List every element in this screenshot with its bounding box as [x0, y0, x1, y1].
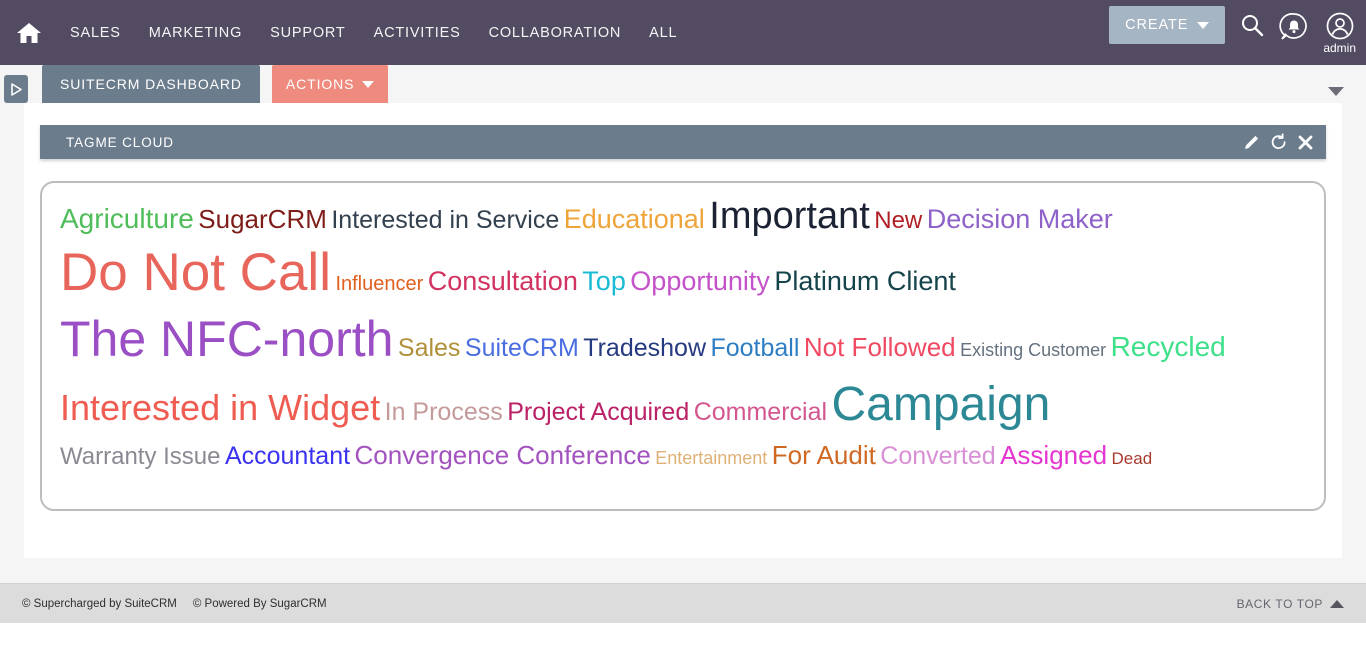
play-triangle-icon [11, 82, 22, 96]
search-button[interactable] [1239, 4, 1265, 38]
tag-cloud-row: Warranty Issue Accountant Convergence Co… [60, 440, 1306, 470]
user-name-label: admin [1323, 41, 1356, 55]
nav-item-marketing[interactable]: MARKETING [135, 17, 256, 49]
tag-football[interactable]: Football [710, 334, 799, 362]
nav-item-collaboration[interactable]: COLLABORATION [475, 17, 636, 49]
tag-existing-customer[interactable]: Existing Customer [960, 340, 1106, 360]
tag-warranty-issue[interactable]: Warranty Issue [60, 443, 221, 470]
tag-educational[interactable]: Educational [564, 204, 705, 234]
dashlet-tool-buttons [1243, 125, 1313, 159]
tag-sugarcrm[interactable]: SugarCRM [198, 204, 327, 234]
tag-new[interactable]: New [874, 207, 922, 234]
tag-decision-maker[interactable]: Decision Maker [927, 204, 1113, 234]
tag-cloud-row: Agriculture SugarCRM Interested in Servi… [60, 197, 1306, 236]
sidebar-toggle-button[interactable] [4, 75, 28, 103]
tag-sales[interactable]: Sales [398, 334, 461, 362]
tab-actions[interactable]: ACTIONS [271, 65, 389, 103]
pencil-edit-icon[interactable] [1243, 134, 1260, 151]
nav-item-support[interactable]: SUPPORT [256, 17, 359, 49]
footer-link-sugarcrm[interactable]: © Powered By SugarCRM [193, 598, 327, 610]
tag-opportunity[interactable]: Opportunity [630, 266, 770, 296]
tag-assigned[interactable]: Assigned [1000, 440, 1107, 470]
close-x-icon[interactable] [1298, 135, 1313, 150]
tag-interested-in-widget[interactable]: Interested in Widget [60, 387, 380, 428]
user-menu-button[interactable]: admin [1323, 4, 1356, 55]
create-button[interactable]: CREATE [1109, 6, 1226, 44]
tag-agriculture[interactable]: Agriculture [60, 203, 194, 234]
caret-up-icon [1330, 599, 1344, 608]
top-navigation-bar: SALES MARKETING SUPPORT ACTIVITIES COLLA… [0, 0, 1366, 65]
tag-suitecrm[interactable]: SuiteCRM [465, 334, 579, 362]
tag-tradeshow[interactable]: Tradeshow [583, 334, 706, 362]
tag-for-audit[interactable]: For Audit [772, 440, 876, 470]
main-nav-list: SALES MARKETING SUPPORT ACTIVITIES COLLA… [56, 17, 691, 49]
dashboard-panel: TAGME CLOUD Agriculture SugarCRM Interes… [24, 103, 1342, 558]
home-icon[interactable] [14, 19, 44, 47]
tag-influencer[interactable]: Influencer [335, 273, 423, 295]
tab-suitecrm-dashboard[interactable]: SUITECRM DASHBOARD [42, 65, 260, 103]
tag-entertainment[interactable]: Entertainment [655, 448, 767, 468]
tag-cloud-row: Interested in Widget In Process Project … [60, 378, 1306, 431]
module-action-bar: SUITECRM DASHBOARD ACTIONS [0, 65, 1366, 103]
notifications-button[interactable] [1279, 4, 1309, 42]
tag-in-process[interactable]: In Process [385, 398, 503, 426]
back-to-top-button[interactable]: BACK TO TOP [1237, 597, 1344, 611]
tag-cloud-container: Agriculture SugarCRM Interested in Servi… [40, 181, 1326, 511]
tag-dead[interactable]: Dead [1112, 449, 1153, 468]
main-content: TAGME CLOUD Agriculture SugarCRM Interes… [0, 103, 1366, 583]
page-footer: © Supercharged by SuiteCRM © Powered By … [0, 583, 1366, 623]
tag-campaign[interactable]: Campaign [832, 378, 1051, 431]
tag-interested-in-service[interactable]: Interested in Service [331, 206, 559, 234]
tagme-cloud-dashlet: TAGME CLOUD Agriculture SugarCRM Interes… [40, 125, 1326, 511]
back-to-top-label: BACK TO TOP [1236, 596, 1323, 611]
chevron-down-icon [362, 80, 375, 88]
dashlet-title: TAGME CLOUD [66, 134, 174, 150]
refresh-undo-icon[interactable] [1270, 133, 1288, 151]
create-button-label: CREATE [1125, 17, 1189, 33]
tag-cloud-row: Do Not Call Influencer Consultation Top … [60, 243, 1306, 302]
tag-do-not-call[interactable]: Do Not Call [60, 243, 331, 302]
search-icon [1242, 15, 1264, 37]
tab-actions-label: ACTIONS [285, 76, 355, 92]
user-avatar-icon [1326, 12, 1354, 40]
tag-accountant[interactable]: Accountant [225, 442, 350, 470]
tag-platinum-client[interactable]: Platinum Client [774, 266, 956, 296]
tag-consultation[interactable]: Consultation [428, 266, 578, 296]
tag-top[interactable]: Top [582, 266, 626, 296]
notification-bell-icon [1279, 13, 1308, 40]
page-collapse-chevron-icon[interactable] [1328, 87, 1344, 96]
tag-cloud-row: The NFC-north Sales SuiteCRM Tradeshow F… [60, 311, 1306, 367]
tag-recycled[interactable]: Recycled [1111, 331, 1226, 362]
footer-link-suitecrm[interactable]: © Supercharged by SuiteCRM [22, 598, 177, 610]
footer-spacer [0, 623, 1366, 654]
chevron-down-icon [1197, 21, 1210, 29]
tag-project-acquired[interactable]: Project Acquired [507, 398, 689, 426]
tag-important[interactable]: Important [709, 195, 870, 237]
nav-item-sales[interactable]: SALES [56, 17, 135, 49]
nav-item-all[interactable]: ALL [635, 17, 691, 49]
tag-commercial[interactable]: Commercial [694, 398, 827, 426]
tag-not-followed[interactable]: Not Followed [804, 332, 956, 362]
tag-convergence-conference[interactable]: Convergence Conference [355, 440, 651, 470]
tag-converted[interactable]: Converted [880, 442, 995, 470]
nav-item-activities[interactable]: ACTIVITIES [360, 17, 475, 49]
top-bar-actions: CREATE admin [1109, 0, 1356, 65]
dashlet-header: TAGME CLOUD [40, 125, 1326, 159]
tag-the-nfc-north[interactable]: The NFC-north [60, 311, 393, 367]
